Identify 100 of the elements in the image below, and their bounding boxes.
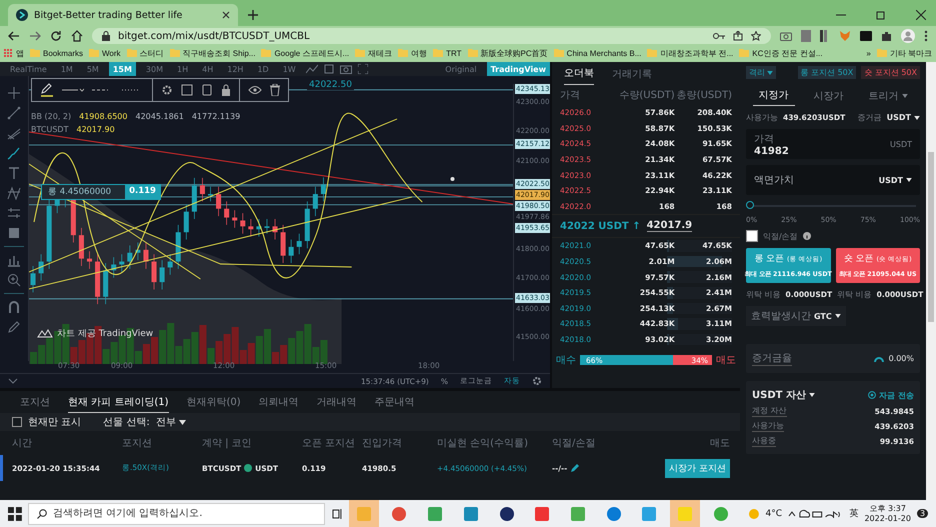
input-language-indicator[interactable]: 英 — [849, 507, 858, 520]
key-icon[interactable] — [713, 32, 725, 40]
bookmark-item[interactable]: 여행 — [398, 48, 428, 58]
timeframe-tab[interactable]: 1W — [278, 62, 300, 76]
zoom-tool-icon[interactable] — [7, 273, 21, 287]
trend-line[interactable] — [29, 132, 513, 204]
camera-icon[interactable] — [340, 64, 352, 74]
restore-icon[interactable] — [876, 10, 886, 20]
futures-dropdown[interactable]: 전부 — [156, 415, 186, 429]
positions-tab[interactable]: 포지션 — [20, 391, 50, 413]
bookmark-item[interactable]: 기타 북마크 — [876, 48, 932, 58]
bookmark-item[interactable]: 직구배송조회 Ship... — [170, 48, 256, 58]
brush-tool-icon[interactable] — [7, 146, 21, 160]
forward-icon[interactable] — [29, 30, 41, 42]
timeframe-tab[interactable]: 4H — [198, 62, 218, 76]
collapse-icon[interactable] — [8, 377, 18, 385]
fork-tool-icon[interactable] — [7, 126, 21, 140]
timeframe-tab[interactable]: 1H — [173, 62, 192, 76]
slider-thumb[interactable] — [746, 201, 754, 209]
positions-tab[interactable]: 현재위탁(0) — [186, 391, 241, 413]
bookmark-item[interactable]: Bookmarks — [30, 48, 84, 58]
line-tool-icon[interactable] — [7, 106, 21, 120]
template-icon[interactable] — [181, 84, 193, 96]
taskbar-time[interactable]: 오후 3:37 — [869, 504, 906, 514]
bookmark-item[interactable]: KC인증 전문 컨설... — [739, 48, 822, 58]
timeframe-tab[interactable]: 1M — [56, 62, 77, 76]
camera-icon[interactable] — [780, 31, 792, 41]
copy-icon[interactable] — [201, 84, 213, 96]
order-type-tab[interactable]: 지정가 — [752, 85, 794, 106]
puzzle-icon[interactable] — [881, 30, 892, 42]
bookmark-item[interactable]: Google 스프레드시... — [261, 48, 350, 58]
menu-icon[interactable] — [924, 30, 928, 42]
order-type-tab[interactable]: 시장가 — [808, 85, 850, 106]
fullscreen-icon[interactable] — [358, 64, 368, 74]
timeframe-tab[interactable]: 1D — [253, 62, 273, 76]
pencil-icon[interactable] — [40, 83, 54, 97]
indicator-icon[interactable] — [306, 64, 318, 74]
settings-icon[interactable] — [532, 376, 542, 386]
notification-badge[interactable]: 3 — [916, 509, 928, 518]
reload-icon[interactable] — [50, 30, 62, 42]
shapes-tool-icon[interactable] — [7, 226, 21, 240]
eye-icon[interactable] — [248, 85, 262, 95]
star-icon[interactable] — [751, 31, 761, 41]
timeframe-tab[interactable]: 12H — [223, 62, 248, 76]
timeframe-tab[interactable]: RealTime — [6, 62, 51, 76]
order-type-tab[interactable]: 트리거 — [862, 85, 914, 106]
lock-icon[interactable] — [221, 84, 231, 96]
freehand-curve[interactable] — [34, 114, 455, 278]
text-tool-icon[interactable] — [7, 166, 21, 180]
checkbox[interactable] — [746, 230, 758, 242]
bookmark-item[interactable]: 재테크 — [355, 48, 392, 58]
price-input-field[interactable]: 가격 41982 USDT — [746, 129, 920, 159]
notional-unit-dropdown[interactable]: USDT — [878, 176, 912, 184]
pencil-tool-icon[interactable] — [7, 320, 21, 334]
bookmark-item[interactable]: 스터디 — [126, 48, 164, 58]
measure-tool-icon[interactable] — [7, 206, 21, 220]
address-bar[interactable]: bitget.com/mix/usdt/BTCUSDT_UMCBL — [92, 28, 771, 44]
more-bookmarks-button[interactable]: » — [866, 48, 871, 58]
positions-tab[interactable]: 의뢰내역 — [258, 391, 299, 413]
task-view-icon[interactable] — [331, 508, 343, 520]
info-icon[interactable] — [802, 232, 811, 240]
magnet-tool-icon[interactable] — [7, 300, 21, 314]
close-window-icon[interactable] — [916, 10, 926, 20]
crosshair-tool-icon[interactable] — [7, 86, 21, 100]
pencil-icon[interactable] — [570, 464, 580, 472]
windows-start-icon[interactable] — [8, 506, 22, 520]
bookmark-item[interactable]: 앱 — [4, 48, 24, 58]
bars-tool-icon[interactable] — [7, 253, 21, 267]
bookmark-item[interactable]: Work — [89, 48, 121, 58]
orderbook-tab[interactable]: 거래기록 — [612, 66, 652, 85]
timeframe-tab[interactable]: 30M — [142, 62, 168, 76]
back-icon[interactable] — [8, 30, 20, 42]
positions-tab[interactable]: 거래내역 — [316, 391, 357, 413]
new-tab-icon[interactable] — [248, 10, 258, 20]
taskbar-app-icon[interactable] — [498, 506, 515, 522]
positions-tab[interactable]: 주문내역 — [374, 391, 415, 413]
bookmark-item[interactable]: 미래창조과학부 전... — [647, 48, 734, 58]
bookmark-item[interactable]: China Merchants B... — [554, 48, 642, 58]
notes-icon[interactable] — [324, 64, 334, 74]
trash-icon[interactable] — [270, 84, 280, 96]
scrollbar[interactable] — [926, 62, 936, 500]
settings-icon[interactable] — [161, 84, 173, 96]
extension-icon[interactable] — [820, 30, 830, 42]
bookmark-item[interactable]: TRT — [433, 48, 462, 58]
share-icon[interactable] — [733, 31, 743, 41]
margin-mode-dropdown[interactable]: 격리 — [746, 66, 776, 79]
assets-dropdown[interactable]: USDT 자산 — [752, 388, 815, 402]
chart-view-tab[interactable]: Original — [441, 62, 481, 76]
taskbar-date[interactable]: 2022-01-20 — [864, 514, 911, 524]
time-in-force-dropdown[interactable]: 효력발생시간 GTC — [746, 306, 846, 326]
line-style-icon[interactable] — [62, 86, 84, 94]
close-icon[interactable] — [222, 11, 230, 19]
short-leverage-button[interactable]: 숏 포지션 50X — [861, 66, 920, 79]
notional-input-field[interactable]: 액면가치 — [754, 174, 854, 186]
transfer-link[interactable]: 자금 전송 — [868, 390, 914, 400]
taskbar-search-field[interactable]: 검색하려면 여기에 입력하십시오. — [28, 502, 326, 524]
timeframe-tab[interactable]: 5M — [82, 62, 103, 76]
checkbox[interactable] — [12, 417, 22, 427]
pattern-tool-icon[interactable] — [7, 186, 21, 200]
bookmark-item[interactable]: 新版全球购PC首页 — [468, 48, 548, 58]
